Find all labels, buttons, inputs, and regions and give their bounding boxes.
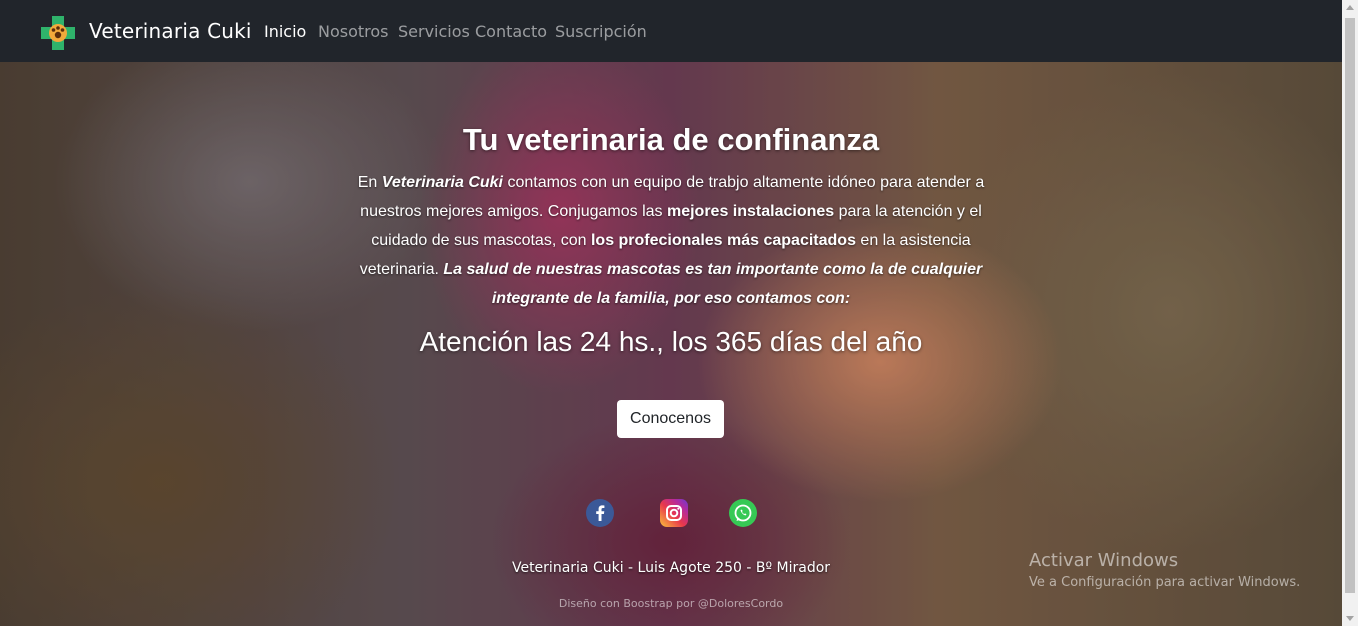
whatsapp-icon[interactable] — [729, 499, 757, 527]
hero-title: Tu veterinaria de confinanza — [462, 122, 880, 157]
vet-cross-logo-icon[interactable] — [39, 14, 77, 52]
windows-activation-watermark: Activar Windows Ve a Configuración para … — [1029, 550, 1300, 590]
watermark-title: Activar Windows — [1029, 550, 1179, 571]
navbar: Veterinaria Cuki Inicio Nosotros Servici… — [0, 0, 1342, 62]
hero-section: Tu veterinaria de confinanza En Veterina… — [0, 62, 1342, 626]
nav-suscripcion[interactable]: Suscripción — [555, 22, 647, 41]
intro-emphasis: La salud de nuestras mascotas es tan imp… — [443, 261, 983, 307]
footer-credits: Diseño con Boostrap por @DoloresCordo — [558, 597, 784, 610]
scroll-up-arrow-icon[interactable] — [1346, 5, 1354, 10]
instagram-icon[interactable] — [660, 499, 688, 527]
nav-servicios[interactable]: Servicios — [398, 22, 470, 41]
hero-intro: En Veterinaria Cuki contamos con un equi… — [357, 174, 985, 307]
intro-brand: Veterinaria Cuki — [381, 174, 503, 191]
intro-bold-2: los profecionales más capacitados — [590, 232, 856, 249]
hours-heading: Atención las 24 hs., los 365 días del añ… — [419, 326, 923, 357]
nav-inicio[interactable]: Inicio — [264, 22, 306, 41]
scrollbar-thumb[interactable] — [1345, 18, 1355, 593]
nav-contacto[interactable]: Contacto — [475, 22, 547, 41]
vertical-scrollbar[interactable] — [1342, 0, 1358, 626]
nav-nosotros[interactable]: Nosotros — [318, 22, 389, 41]
conocenos-button[interactable]: Conocenos — [617, 400, 724, 438]
scroll-down-arrow-icon[interactable] — [1346, 616, 1354, 621]
brand-name[interactable]: Veterinaria Cuki — [89, 19, 252, 43]
intro-bold-1: mejores instalaciones — [666, 203, 835, 220]
watermark-subtitle: Ve a Configuración para activar Windows. — [1029, 575, 1301, 590]
facebook-icon[interactable] — [586, 499, 614, 527]
